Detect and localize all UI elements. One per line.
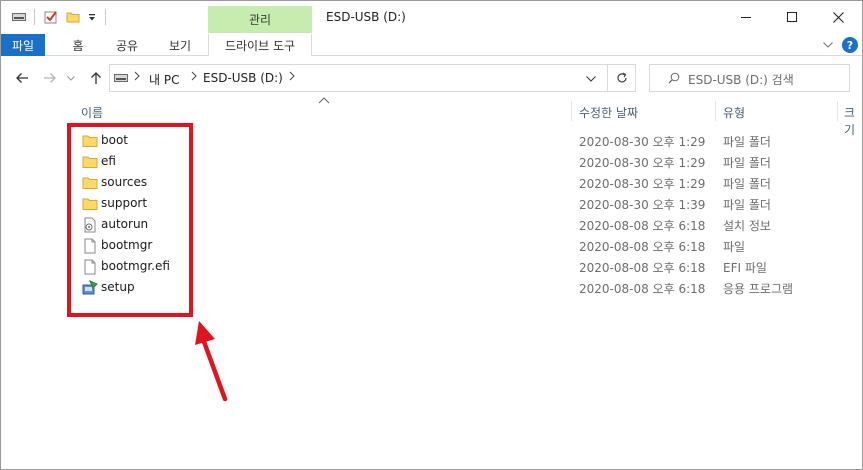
help-icon: ? bbox=[842, 37, 858, 53]
refresh-icon bbox=[616, 72, 627, 83]
drive-icon bbox=[9, 7, 29, 27]
file-date-modified: 2020-08-30 오후 1:29 bbox=[579, 156, 706, 170]
file-date-modified: 2020-08-30 오후 1:39 bbox=[579, 198, 706, 212]
help-button[interactable]: ? bbox=[841, 36, 859, 54]
close-button[interactable] bbox=[815, 1, 861, 33]
up-button[interactable] bbox=[85, 67, 107, 89]
address-dropdown-icon[interactable] bbox=[581, 71, 601, 87]
column-header-name[interactable]: 이름 bbox=[81, 104, 103, 121]
column-header-type[interactable]: 유형 bbox=[723, 104, 745, 121]
navigation-bar: 내 PC ESD-USB (D:) ESD-USB (D:) 검색 bbox=[1, 57, 862, 99]
sort-ascending-icon bbox=[318, 97, 330, 104]
breadcrumb-esd-usb[interactable]: ESD-USB (D:) bbox=[203, 71, 283, 85]
tab-home[interactable]: 홈 bbox=[61, 34, 95, 56]
file-type: 파일 폴더 bbox=[723, 198, 771, 212]
recent-locations-icon[interactable] bbox=[63, 67, 79, 89]
address-bar[interactable]: 내 PC ESD-USB (D:) bbox=[109, 64, 608, 92]
properties-icon[interactable] bbox=[41, 7, 61, 27]
new-folder-icon[interactable] bbox=[63, 7, 83, 27]
file-explorer-window: 관리 ESD-USB (D:) 파일 홈 공유 보기 드라이브 도구 ? 내 P… bbox=[0, 0, 863, 470]
customize-toolbar-icon[interactable] bbox=[84, 7, 100, 27]
tab-file[interactable]: 파일 bbox=[1, 34, 45, 56]
search-placeholder: ESD-USB (D:) 검색 bbox=[688, 73, 794, 87]
breadcrumb-separator-icon[interactable] bbox=[191, 70, 197, 84]
file-date-modified: 2020-08-30 오후 1:29 bbox=[579, 135, 706, 149]
column-divider[interactable] bbox=[837, 101, 838, 121]
file-type: 파일 폴더 bbox=[723, 177, 771, 191]
column-divider[interactable] bbox=[571, 101, 572, 121]
highlight-box bbox=[67, 123, 193, 317]
forward-button[interactable] bbox=[39, 67, 61, 89]
breadcrumb-separator-icon[interactable] bbox=[289, 70, 295, 84]
file-type: 응용 프로그램 bbox=[723, 282, 794, 296]
file-date-modified: 2020-08-30 오후 1:29 bbox=[579, 177, 706, 191]
breadcrumb-this-pc[interactable]: 내 PC bbox=[149, 71, 179, 88]
tab-view[interactable]: 보기 bbox=[158, 34, 202, 56]
search-icon bbox=[668, 72, 680, 87]
file-date-modified: 2020-08-08 오후 6:18 bbox=[579, 240, 706, 254]
search-box[interactable]: ESD-USB (D:) 검색 bbox=[649, 64, 850, 92]
annotation-arrow-icon bbox=[195, 321, 228, 402]
column-divider[interactable] bbox=[715, 101, 716, 121]
back-button[interactable] bbox=[11, 67, 33, 89]
window-title: ESD-USB (D:) bbox=[326, 10, 406, 24]
column-header-date-modified[interactable]: 수정한 날짜 bbox=[579, 104, 638, 121]
tab-drive-tools[interactable]: 드라이브 도구 bbox=[208, 34, 312, 56]
quick-access-divider bbox=[34, 9, 35, 25]
manage-tab-group[interactable]: 관리 bbox=[208, 6, 312, 33]
quick-access-divider bbox=[105, 9, 106, 25]
drive-icon bbox=[114, 72, 128, 86]
maximize-button[interactable] bbox=[769, 1, 815, 33]
ribbon-tabs: 파일 홈 공유 보기 드라이브 도구 ? bbox=[1, 34, 862, 56]
file-date-modified: 2020-08-08 오후 6:18 bbox=[579, 282, 706, 296]
tab-share[interactable]: 공유 bbox=[105, 34, 149, 56]
column-headers: 이름 수정한 날짜 유형 크기 bbox=[1, 97, 862, 137]
refresh-button[interactable] bbox=[608, 64, 636, 92]
breadcrumb-separator-icon[interactable] bbox=[134, 70, 140, 84]
title-bar: 관리 ESD-USB (D:) bbox=[1, 1, 862, 34]
file-type: 설치 정보 bbox=[723, 219, 771, 233]
expand-ribbon-icon[interactable] bbox=[819, 36, 837, 54]
file-date-modified: 2020-08-08 오후 6:18 bbox=[579, 261, 706, 275]
file-type: 파일 폴더 bbox=[723, 135, 771, 149]
minimize-button[interactable] bbox=[723, 1, 769, 33]
file-date-modified: 2020-08-08 오후 6:18 bbox=[579, 219, 706, 233]
file-type: EFI 파일 bbox=[723, 261, 767, 275]
file-type: 파일 폴더 bbox=[723, 156, 771, 170]
file-type: 파일 bbox=[723, 240, 746, 254]
